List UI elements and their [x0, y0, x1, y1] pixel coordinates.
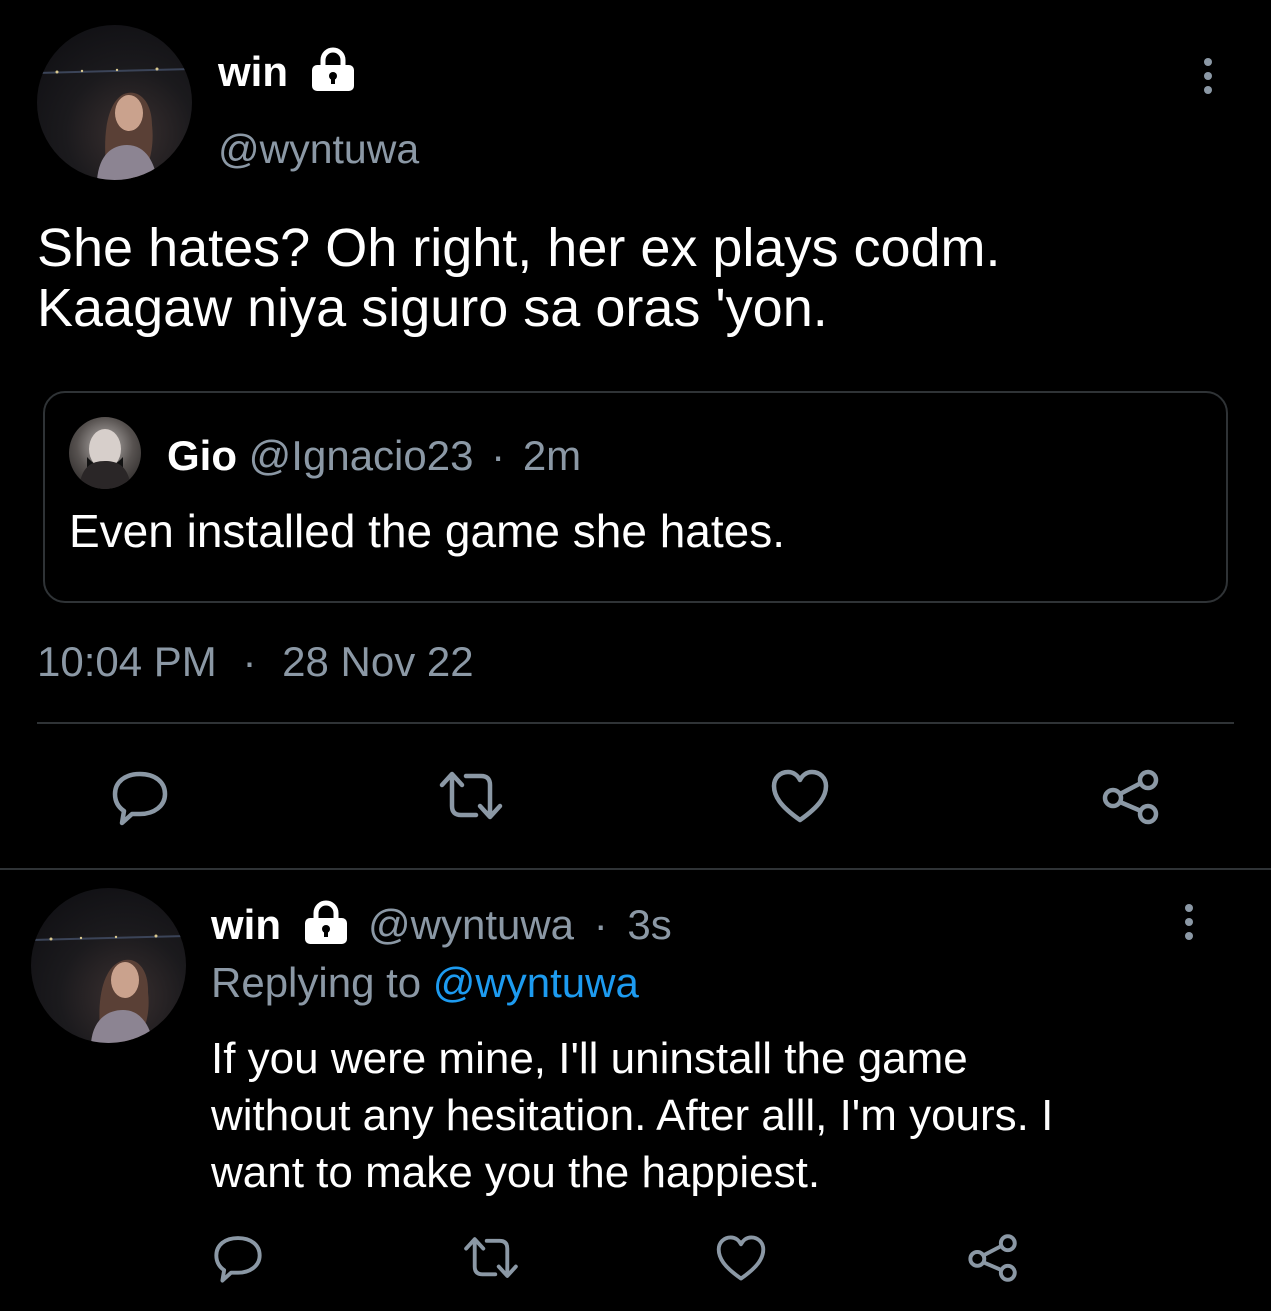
like-icon — [771, 769, 829, 823]
reply-text-line: want to make you the happiest. — [211, 1148, 821, 1197]
tweet-timestamp: 10:04 PM · 28 Nov 22 — [37, 637, 474, 687]
divider — [0, 868, 1271, 870]
reply-button[interactable] — [212, 1232, 264, 1284]
reply-avatar[interactable] — [31, 888, 186, 1043]
divider — [37, 722, 1234, 724]
separator-dot: · — [242, 638, 257, 685]
share-button[interactable] — [1100, 768, 1162, 826]
reply-text-line: If you were mine, I'll uninstall the gam… — [211, 1034, 968, 1083]
like-icon — [716, 1235, 766, 1281]
retweet-button[interactable] — [438, 768, 504, 824]
retweet-icon — [439, 771, 503, 820]
like-button[interactable] — [715, 1234, 767, 1282]
like-button[interactable] — [770, 768, 830, 824]
reply-meta: @wyntuwa · 3s — [368, 900, 672, 950]
tweet-text: She hates? Oh right, her ex plays codm. … — [37, 218, 1001, 338]
reply-icon — [112, 771, 168, 826]
quoted-header: Gio @Ignacio23 · 2m — [167, 431, 581, 481]
tweet-text-line: Kaagaw niya siguro sa oras 'yon. — [37, 278, 828, 338]
quoted-timestamp[interactable]: 2m — [523, 432, 581, 479]
reply-text-line: without any hesitation. After alll, I'm … — [211, 1091, 1054, 1140]
reply-timestamp[interactable]: 3s — [627, 901, 671, 948]
replying-to-label: Replying to — [211, 959, 422, 1006]
quoted-author-name[interactable]: Gio — [167, 432, 237, 479]
quoted-text: Even installed the game she hates. — [69, 505, 786, 557]
more-options-icon[interactable] — [1181, 904, 1197, 940]
share-icon — [968, 1234, 1017, 1282]
quoted-avatar[interactable] — [69, 417, 141, 489]
lock-icon — [309, 46, 357, 92]
quoted-author-handle[interactable]: @Ignacio23 — [249, 432, 474, 479]
reply-text: If you were mine, I'll uninstall the gam… — [211, 1030, 1053, 1201]
tweet-date[interactable]: 28 Nov 22 — [282, 638, 473, 685]
reply-header: win — [211, 900, 281, 950]
quoted-tweet-card[interactable]: Gio @Ignacio23 · 2m Even installed the g… — [43, 391, 1228, 603]
tweet-text-line: She hates? Oh right, her ex plays codm. — [37, 218, 1001, 278]
retweet-button[interactable] — [462, 1234, 520, 1282]
avatar[interactable] — [37, 25, 192, 180]
separator-dot: · — [593, 901, 608, 948]
retweet-icon — [464, 1237, 518, 1278]
more-options-icon[interactable] — [1200, 58, 1216, 94]
reply-author-handle[interactable]: @wyntuwa — [368, 901, 574, 948]
share-button[interactable] — [966, 1232, 1020, 1284]
author-handle[interactable]: @wyntuwa — [218, 125, 419, 173]
replying-to: Replying to @wyntuwa — [211, 958, 639, 1008]
reply-button[interactable] — [110, 768, 170, 826]
lock-icon — [302, 899, 350, 945]
author-name[interactable]: win — [218, 47, 288, 97]
share-icon — [1102, 769, 1159, 825]
tweet-time[interactable]: 10:04 PM — [37, 638, 217, 685]
reply-icon — [214, 1236, 262, 1283]
replying-to-link[interactable]: @wyntuwa — [433, 959, 639, 1006]
reply-author-name[interactable]: win — [211, 901, 281, 948]
separator-dot: · — [491, 432, 506, 479]
